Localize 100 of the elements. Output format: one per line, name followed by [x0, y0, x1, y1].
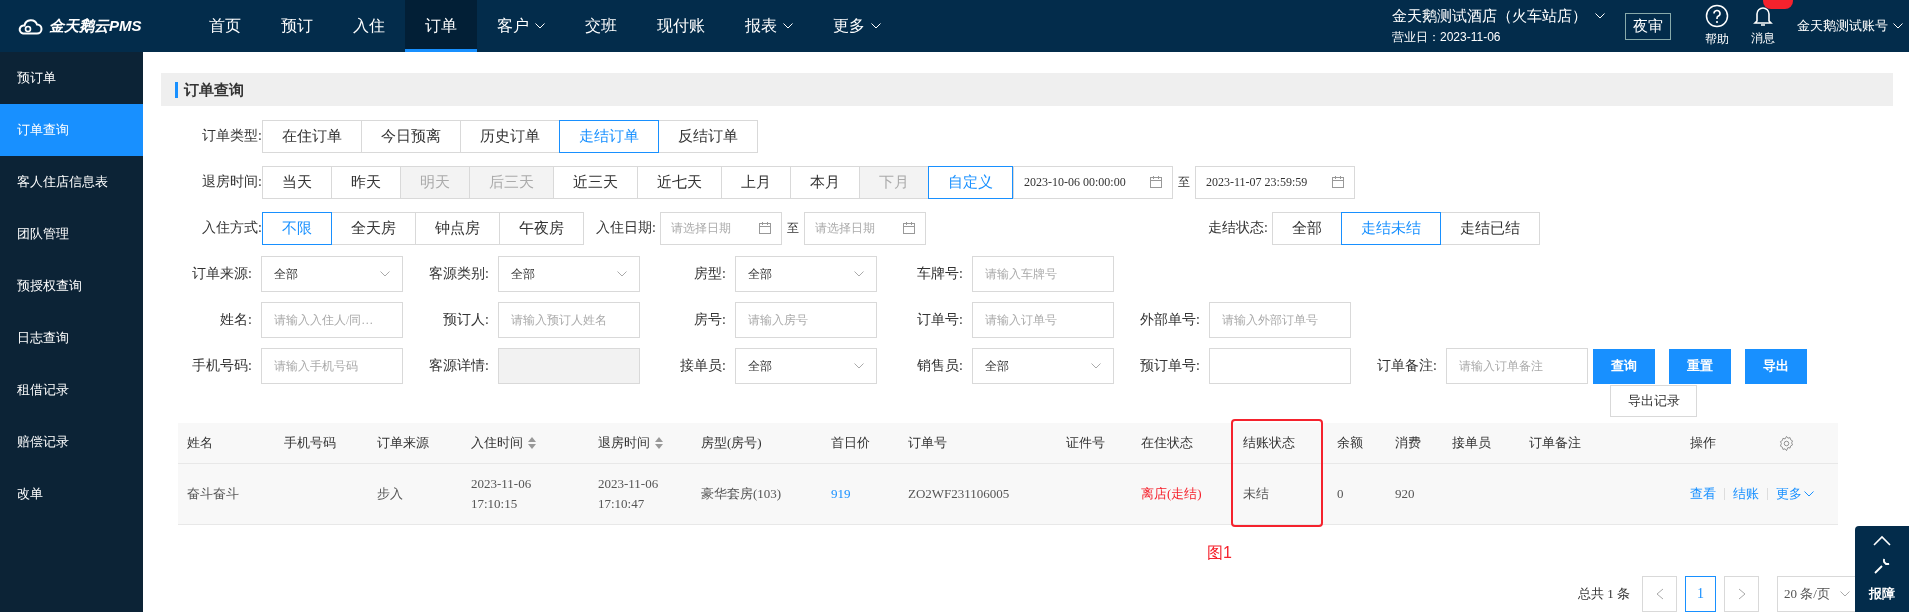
- filter-option[interactable]: 在住订单: [262, 119, 362, 153]
- filter-option[interactable]: 钟点房: [415, 211, 500, 245]
- filter-label: 订单类型:: [201, 127, 262, 145]
- chevron-down-icon: [1091, 363, 1101, 369]
- input-field[interactable]: 请输入手机号码: [261, 348, 403, 384]
- logo-text: 金天鹅云PMS: [49, 16, 142, 36]
- sidebar-item[interactable]: 改单: [0, 468, 143, 520]
- input-field[interactable]: [1209, 348, 1351, 384]
- select-field[interactable]: 全部: [735, 256, 877, 292]
- business-day: 营业日：2023-11-06: [1392, 28, 1605, 46]
- range-separator: 至: [786, 219, 799, 237]
- date-field[interactable]: 2023-10-06 00:00:00: [1013, 165, 1173, 199]
- select-field[interactable]: 全部: [498, 256, 640, 292]
- nav-item[interactable]: 入住: [333, 0, 405, 52]
- settings-icon[interactable]: [1778, 434, 1795, 452]
- column-header: 订单号: [907, 434, 948, 452]
- hotel-name[interactable]: 金天鹅测试酒店（火车站店）: [1392, 6, 1587, 26]
- filter-option[interactable]: 上月: [721, 165, 791, 199]
- chevron-down-icon: [854, 271, 864, 277]
- input-field[interactable]: 请输入房号: [735, 302, 877, 338]
- nav-item[interactable]: 客户: [477, 0, 565, 52]
- nav-item[interactable]: 首页: [189, 0, 261, 52]
- nav-item[interactable]: 现付账: [637, 0, 725, 52]
- column-header: 房型(房号): [700, 434, 763, 452]
- messages-label: 消息: [1751, 30, 1775, 47]
- prev-page-button[interactable]: [1642, 576, 1677, 612]
- nav-item[interactable]: 订单: [405, 0, 477, 52]
- nav-item[interactable]: 预订: [261, 0, 333, 52]
- help-icon[interactable]: [1705, 4, 1729, 28]
- filter-option[interactable]: 全天房: [331, 211, 416, 245]
- chevron-down-icon: [1840, 591, 1850, 597]
- filter-option[interactable]: 全部: [1271, 211, 1342, 245]
- sidebar-item[interactable]: 租借记录: [0, 364, 143, 416]
- account-name[interactable]: 金天鹅测试账号: [1797, 17, 1888, 35]
- calendar-icon: [758, 222, 771, 234]
- table-cell-text: 2023-11-06 17:10:15: [471, 475, 533, 513]
- sidebar-item[interactable]: 预授权查询: [0, 260, 143, 312]
- field-label: 客源类别:: [428, 265, 489, 283]
- sidebar-item[interactable]: 团队管理: [0, 208, 143, 260]
- filter-option[interactable]: 午夜房: [499, 211, 584, 245]
- filter-option[interactable]: 反结订单: [658, 119, 758, 153]
- input-field[interactable]: 请输入订单备注: [1446, 348, 1588, 384]
- next-page-button[interactable]: [1724, 576, 1759, 612]
- export-records-button[interactable]: 导出记录: [1610, 384, 1697, 417]
- table-cell: ZO2WF231106005: [908, 486, 1010, 502]
- chevron-left-icon: [1655, 588, 1664, 600]
- select-field[interactable]: 全部: [261, 256, 403, 292]
- night-audit-button[interactable]: 夜审: [1625, 12, 1671, 40]
- table-cell: 920: [1395, 486, 1415, 502]
- column-header[interactable]: 入住时间: [462, 423, 589, 463]
- sort-icon[interactable]: [654, 436, 664, 450]
- filter-option[interactable]: 近三天: [553, 165, 638, 199]
- date-field[interactable]: 2023-11-07 23:59:59: [1195, 165, 1355, 199]
- filter-option[interactable]: 今日预离: [361, 119, 461, 153]
- field-label: 订单来源:: [191, 265, 252, 283]
- select-field[interactable]: 全部: [972, 348, 1114, 384]
- input-field[interactable]: 请输入外部订单号: [1209, 302, 1351, 338]
- help-label: 帮助: [1705, 31, 1729, 48]
- input-field[interactable]: 请输入订单号: [972, 302, 1114, 338]
- column-header: 在住状态: [1140, 434, 1194, 452]
- chevron-up-icon: [1872, 534, 1892, 547]
- filter-option[interactable]: 走结已结: [1439, 211, 1540, 245]
- nav-item[interactable]: 更多: [813, 0, 901, 52]
- field-label: 外部单号:: [1139, 311, 1200, 329]
- column-header: 证件号: [1065, 434, 1106, 452]
- filter-option[interactable]: 历史订单: [460, 119, 560, 153]
- column-header: 订单备注: [1528, 434, 1582, 452]
- total-count: 总共 1 条: [1578, 585, 1630, 603]
- nav-item[interactable]: 报表: [725, 0, 813, 52]
- filter-label: 入住方式:: [201, 219, 262, 237]
- calendar-icon: [1332, 176, 1344, 188]
- filter-label: 走结状态:: [1207, 219, 1268, 237]
- chevron-down-icon: [871, 23, 881, 29]
- chevron-down-icon: [380, 271, 390, 277]
- table-cell: 步入: [377, 485, 403, 503]
- select-field[interactable]: 全部: [735, 348, 877, 384]
- column-header[interactable]: 退房时间: [589, 423, 692, 463]
- filter-option[interactable]: 昨天: [331, 165, 401, 199]
- filter-option[interactable]: 本月: [790, 165, 860, 199]
- nav-item[interactable]: 交班: [565, 0, 637, 52]
- field-label: 订单备注:: [1376, 357, 1437, 375]
- sort-icon[interactable]: [527, 436, 537, 450]
- filter-option[interactable]: 近七天: [637, 165, 722, 199]
- input-field[interactable]: 请输入入住人/同…: [261, 302, 403, 338]
- field-label: 销售员:: [916, 357, 963, 375]
- sidebar-item[interactable]: 日志查询: [0, 312, 143, 364]
- field-label: 订单号:: [916, 311, 963, 329]
- chevron-down-icon: [1804, 491, 1814, 497]
- filter-option[interactable]: 当天: [262, 165, 332, 199]
- sidebar-item[interactable]: 客人住店信息表: [0, 156, 143, 208]
- input-field[interactable]: 请输入车牌号: [972, 256, 1114, 292]
- chevron-down-icon: [1595, 13, 1605, 19]
- report-issue-button[interactable]: 报障: [1855, 526, 1909, 612]
- field-label: 车牌号:: [916, 265, 963, 283]
- sidebar-item[interactable]: 预订单: [0, 52, 143, 104]
- sidebar-item[interactable]: 赔偿记录: [0, 416, 143, 468]
- input-field[interactable]: 请输入预订人姓名: [498, 302, 640, 338]
- bell-icon[interactable]: [1753, 5, 1773, 27]
- table-cell: 离店(走结): [1141, 485, 1202, 503]
- table-cell: 0: [1337, 486, 1344, 502]
